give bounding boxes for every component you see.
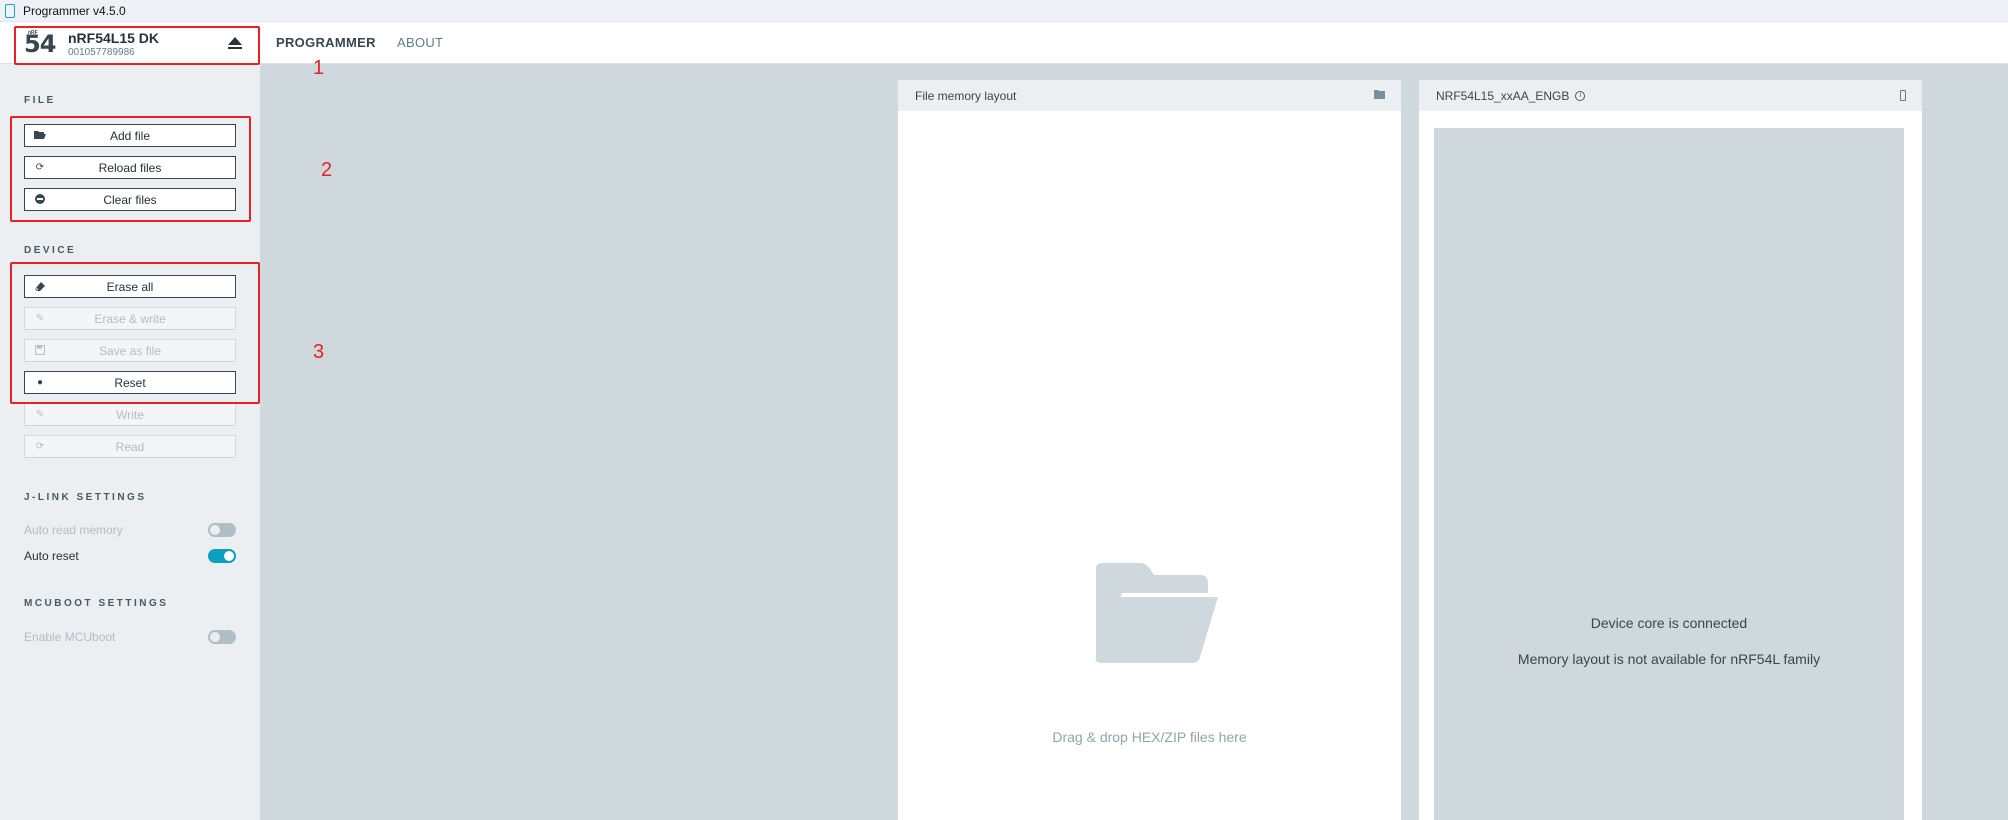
jlink-section-title: J-LINK SETTINGS [24, 492, 147, 503]
device-memory-panel-title: NRF54L15_xxAA_ENGB [1436, 88, 1570, 103]
file-drop-zone[interactable]: Drag & drop HEX/ZIP files here [898, 111, 1401, 820]
auto-read-memory-toggle[interactable] [208, 523, 236, 537]
memory-layout-area: Device core is connected Memory layout i… [1434, 128, 1904, 820]
memory-unavailable-text: Memory layout is not available for nRF54… [1517, 651, 1821, 667]
device-section-title: DEVICE [24, 245, 77, 256]
file-memory-panel-header: File memory layout [898, 80, 1401, 111]
enable-mcuboot-label: Enable MCUboot [24, 630, 116, 644]
annotation-box-2 [10, 116, 251, 222]
mcuboot-section-title: MCUBOOT SETTINGS [24, 598, 169, 609]
auto-read-memory-setting: Auto read memory [24, 521, 236, 539]
device-status-text: Device core is connected [1590, 615, 1748, 631]
enable-mcuboot-setting: Enable MCUboot [24, 628, 236, 646]
file-memory-panel-title: File memory layout [915, 88, 1017, 103]
window-titlebar: Programmer v4.5.0 [0, 0, 2008, 22]
auto-reset-toggle[interactable] [208, 549, 236, 563]
tab-about[interactable]: ABOUT [397, 35, 443, 50]
auto-read-memory-label: Auto read memory [24, 523, 123, 537]
auto-reset-setting: Auto reset [24, 547, 236, 565]
file-memory-panel: File memory layout Drag & drop HEX/ZIP f… [898, 80, 1401, 820]
window-title: Programmer v4.5.0 [23, 3, 126, 18]
app-icon [5, 3, 15, 18]
file-section-title: FILE [24, 95, 56, 106]
info-icon[interactable]: i [1575, 90, 1586, 101]
folder-icon[interactable] [1374, 90, 1385, 102]
top-bar: nRF 54 nRF54L15 DK 001057789986 PROGRAMM… [0, 22, 2008, 64]
device-icon[interactable] [1900, 90, 1906, 104]
drop-hint-text: Drag & drop HEX/ZIP files here [1052, 729, 1247, 745]
write-button[interactable]: ✎ Write [24, 403, 236, 426]
device-memory-panel-header: NRF54L15_xxAA_ENGB i [1419, 80, 1922, 111]
annotation-box-3 [10, 262, 260, 404]
folder-open-icon [1088, 563, 1218, 663]
annotation-label-2: 2 [321, 159, 333, 181]
refresh-icon: ⟳ [35, 441, 45, 452]
annotation-label-1: 1 [313, 57, 325, 79]
read-button[interactable]: ⟳ Read [24, 435, 236, 458]
pencil-icon: ✎ [35, 409, 45, 420]
annotation-label-3: 3 [313, 341, 325, 363]
auto-reset-label: Auto reset [24, 549, 79, 563]
device-memory-panel: NRF54L15_xxAA_ENGB i Device core is conn… [1419, 80, 1922, 820]
enable-mcuboot-toggle[interactable] [208, 630, 236, 644]
annotation-box-1 [14, 26, 260, 65]
tab-programmer[interactable]: PROGRAMMER [276, 35, 376, 50]
